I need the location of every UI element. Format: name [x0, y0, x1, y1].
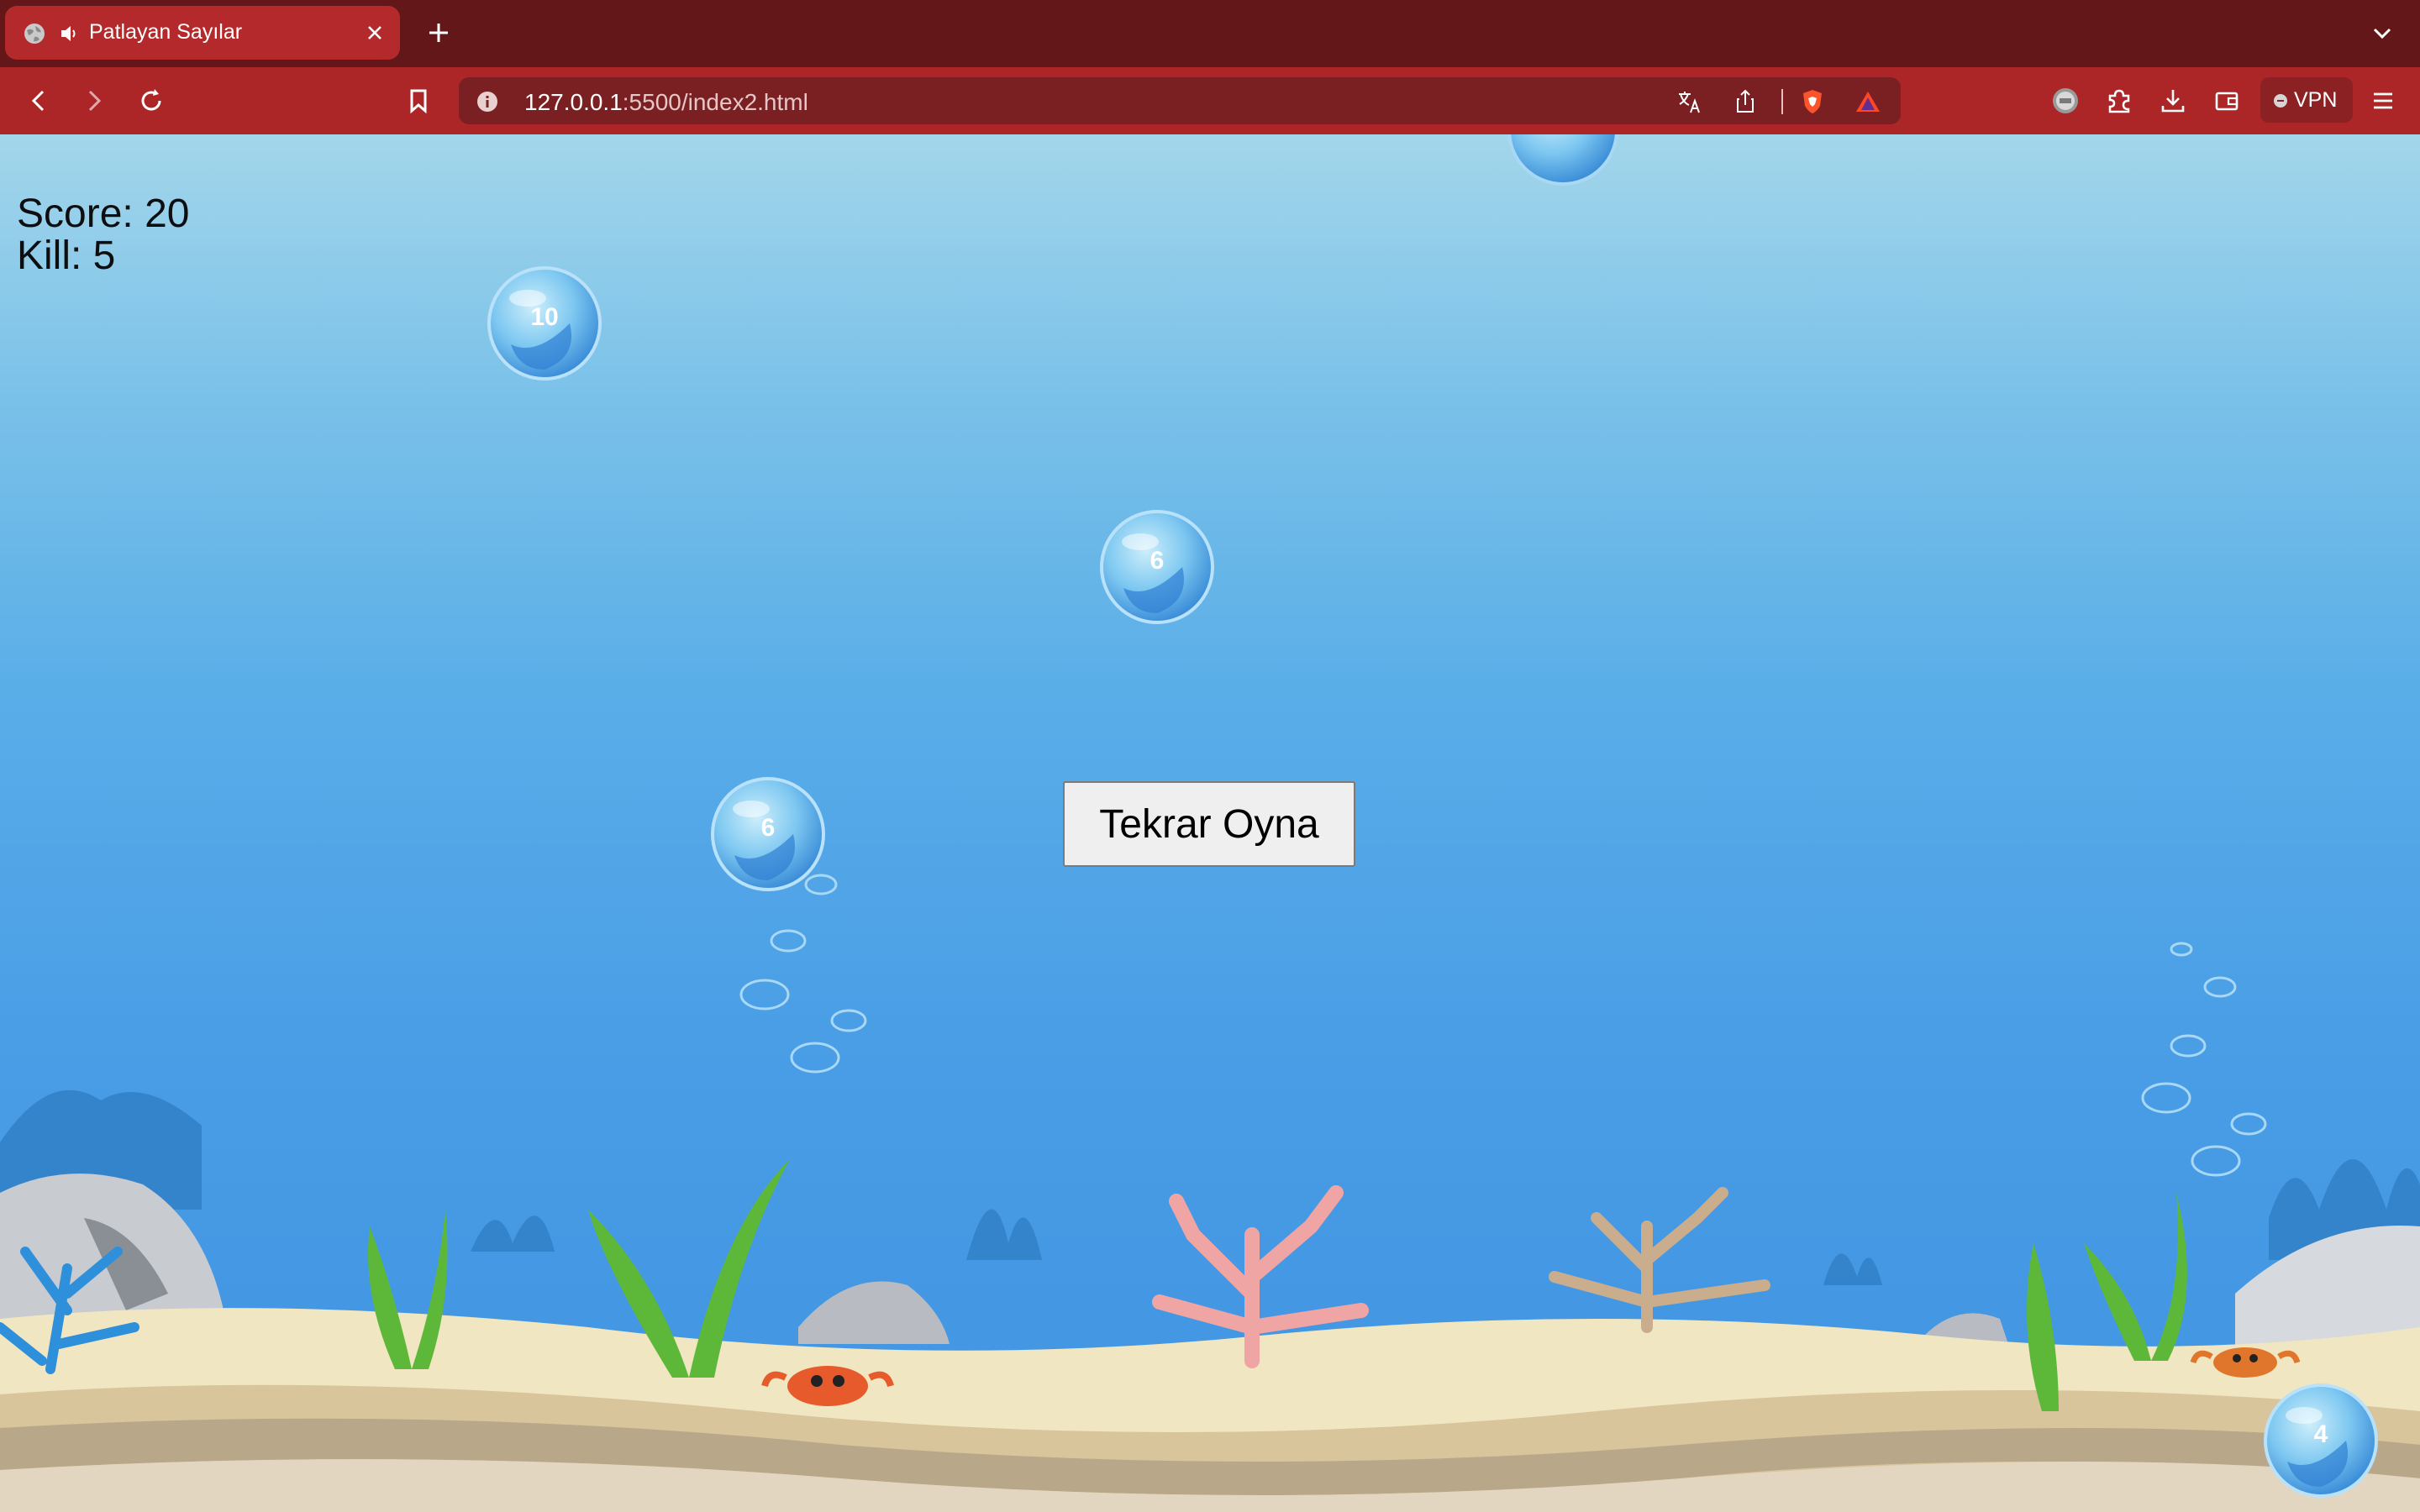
tan-coral	[1549, 1187, 1770, 1333]
url-host: 127.0.0.1	[524, 89, 623, 115]
nav-toolbar: 127.0.0.1:5500/index2.html VPN	[0, 67, 2420, 134]
address-bar[interactable]: 127.0.0.1:5500/index2.html	[459, 77, 1901, 124]
kill-label: Kill: 5	[17, 234, 116, 278]
tab-bar: Patlayan Sayılar	[0, 0, 2420, 67]
vpn-button[interactable]: VPN	[2260, 77, 2353, 123]
translate-icon[interactable]	[1676, 87, 1704, 116]
tab-active[interactable]: Patlayan Sayılar	[5, 6, 400, 60]
url-text[interactable]: 127.0.0.1:5500/index2.html	[524, 89, 808, 116]
number-bubble[interactable]: 10	[486, 265, 603, 382]
brave-rewards-icon[interactable]	[1854, 87, 1882, 116]
bubble-value: 6	[760, 814, 776, 842]
chevron-down-icon[interactable]	[2370, 23, 2395, 43]
url-separator	[1781, 89, 1783, 114]
number-bubble[interactable]: 6	[1098, 508, 1216, 626]
number-bubble[interactable]: 6	[709, 775, 827, 893]
bubble-partial	[1507, 134, 1618, 186]
menu-icon[interactable]	[2366, 84, 2400, 118]
back-icon[interactable]	[22, 84, 55, 118]
share-icon[interactable]	[1731, 87, 1760, 116]
brave-shield-icon[interactable]	[1798, 87, 1827, 116]
vpn-status-icon	[2274, 94, 2287, 108]
bubble-value: 10	[530, 303, 559, 331]
plus-icon[interactable]	[424, 18, 453, 47]
info-icon[interactable]	[476, 90, 499, 113]
vpn-label: VPN	[2294, 88, 2338, 112]
game-canvas[interactable]: Score: 20 Kill: 5 10 6 6 4 Tekrar Oyna	[0, 134, 2420, 1512]
speaker-icon[interactable]	[59, 24, 81, 44]
bubble-value: 6	[1150, 547, 1165, 575]
bubble-value: 4	[2313, 1420, 2328, 1448]
replay-button[interactable]: Tekrar Oyna	[1063, 781, 1355, 867]
download-icon[interactable]	[2156, 84, 2190, 118]
extension-badge-icon[interactable]	[2049, 84, 2082, 118]
close-icon[interactable]	[365, 23, 385, 43]
score-label: Score: 20	[17, 192, 190, 236]
air-bubbles	[739, 874, 2267, 1177]
forward-icon[interactable]	[77, 84, 111, 118]
tab-title: Patlayan Sayılar	[89, 20, 243, 44]
bookmark-icon[interactable]	[402, 84, 435, 118]
url-path: :5500/index2.html	[622, 89, 808, 115]
globe-icon	[24, 24, 45, 44]
puzzle-icon[interactable]	[2102, 84, 2136, 118]
wallet-icon[interactable]	[2210, 84, 2244, 118]
reload-icon[interactable]	[134, 84, 168, 118]
hud: Score: 20 Kill: 5	[17, 193, 189, 277]
number-bubble[interactable]: 4	[2262, 1382, 2380, 1499]
